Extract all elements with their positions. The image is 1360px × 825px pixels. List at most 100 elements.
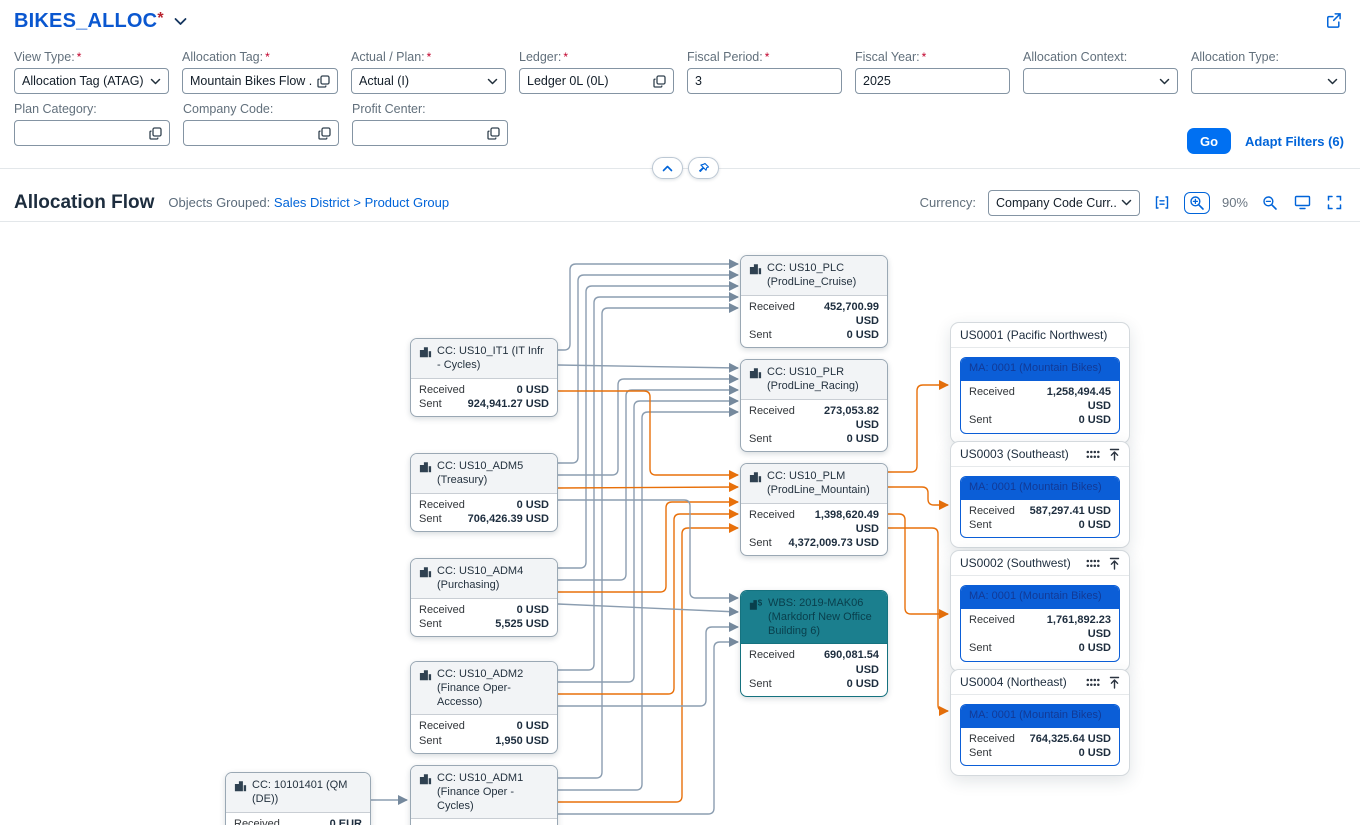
flow-edge[interactable] [558, 391, 738, 475]
filter-allocation-tag-input[interactable]: Mountain Bikes Flow ... [182, 68, 338, 94]
value-help-icon[interactable] [149, 127, 162, 140]
group-layout-icon[interactable] [1086, 678, 1101, 687]
flow-edge[interactable] [558, 502, 738, 592]
row-label: Sent [749, 536, 772, 550]
graph-node-us10-adm5[interactable]: CC: US10_ADM5 (Treasury)Received0 USDSen… [410, 453, 558, 532]
filter-actual-plan-input[interactable]: Actual (I) [351, 68, 506, 94]
node-row: Sent0 USD [749, 328, 879, 342]
collapse-group-icon[interactable] [1109, 676, 1120, 689]
required-marker: * [563, 50, 568, 64]
graph-group-us0004[interactable]: US0004 (Northeast)MA: 0001 (Mountain Bik… [950, 669, 1130, 776]
node-header: CC: US10_ADM1 (Finance Oper -Cycles) [411, 766, 557, 819]
legend-icon[interactable] [1152, 193, 1172, 212]
filter-label-profit-center: Profit Center: [352, 102, 508, 116]
flow-edge[interactable] [558, 487, 738, 488]
building-icon [234, 780, 247, 807]
zoom-in-icon[interactable] [1184, 192, 1210, 214]
go-button[interactable]: Go [1187, 128, 1231, 154]
graph-node-us0003-ma[interactable]: MA: 0001 (Mountain Bikes)Received587,297… [960, 476, 1120, 538]
filter-row-1: View Type:*Allocation Tag (ATAG)Allocati… [14, 50, 1346, 94]
graph-group-us0002[interactable]: US0002 (Southwest) MA: 0001 (Mountain Bik… [950, 550, 1130, 672]
value-help-icon[interactable] [317, 75, 330, 88]
flow-edge[interactable] [888, 514, 948, 614]
building-icon [419, 669, 432, 709]
filter-ledger-input[interactable]: Ledger 0L (0L) [519, 68, 674, 94]
graph-node-us0004-ma[interactable]: MA: 0001 (Mountain Bikes)Received764,325… [960, 704, 1120, 766]
value-help-icon[interactable] [487, 127, 500, 140]
flow-edge[interactable] [558, 379, 738, 475]
group-body: MA: 0001 (Mountain Bikes)Received587,297… [951, 467, 1129, 547]
filter-allocation-type-input[interactable] [1191, 68, 1346, 94]
section-title: Allocation Flow [14, 192, 154, 214]
graph-node-us10-adm2[interactable]: CC: US10_ADM2 (Finance Oper-Accesso)Rece… [410, 661, 558, 754]
adapt-filters-link[interactable]: Adapt Filters (6) [1245, 134, 1344, 149]
flow-edge[interactable] [558, 297, 738, 670]
filter-fiscal-year-input[interactable]: 2025 [855, 68, 1010, 94]
graph-node-us10-it1[interactable]: CC: US10_IT1 (IT Infr - Cycles)Received0… [410, 338, 558, 417]
row-label: Sent [419, 397, 442, 411]
graph-node-us0001-ma[interactable]: MA: 0001 (Mountain Bikes)Received1,258,4… [960, 357, 1120, 434]
graph-node-us10-adm1[interactable]: CC: US10_ADM1 (Finance Oper -Cycles)Rece… [410, 765, 558, 825]
flow-edge[interactable] [558, 390, 738, 580]
flow-edge[interactable] [558, 365, 738, 368]
flow-edge[interactable] [558, 401, 738, 682]
pin-filterbar-button[interactable] [688, 157, 719, 179]
graph-group-us0003[interactable]: US0003 (Southeast)MA: 0001 (Mountain Bik… [950, 441, 1130, 548]
fullscreen-icon[interactable] [1325, 193, 1344, 212]
flow-edge[interactable] [558, 286, 738, 568]
zoom-out-icon[interactable] [1260, 193, 1280, 213]
filter-company-code-input[interactable] [183, 120, 339, 146]
flow-edge[interactable] [558, 604, 738, 612]
objects-grouped-label: Objects Grouped: [168, 195, 270, 210]
row-value: 0 USD [1079, 641, 1111, 655]
flow-edge[interactable] [558, 412, 738, 790]
graph-node-us10-adm4[interactable]: CC: US10_ADM4 (Purchasing)Received0 USDS… [410, 558, 558, 637]
filter-field-actual-plan: Actual / Plan:*Actual (I) [351, 50, 506, 94]
flow-edge[interactable] [558, 514, 738, 694]
objects-grouped-link[interactable]: Sales District > Product Group [274, 195, 449, 210]
row-label: Received [419, 603, 465, 617]
flow-edge[interactable] [888, 528, 948, 711]
flow-edge[interactable] [888, 487, 948, 505]
node-title: MA: 0001 (Mountain Bikes) [969, 590, 1102, 604]
graph-node-us10-plr[interactable]: CC: US10_PLR (ProdLine_Racing)Received27… [740, 359, 888, 452]
node-header: CC: US10_PLM (ProdLine_Mountain) [741, 464, 887, 504]
node-row: Received690,081.54 USD [749, 648, 879, 677]
row-value: 273,053.82 USD [803, 404, 879, 433]
node-title: WBS: 2019-MAK06 (Markdorf New Office Bui… [768, 597, 879, 638]
value-help-icon[interactable] [653, 75, 666, 88]
filter-view-type-input[interactable]: Allocation Tag (ATAG) [14, 68, 169, 94]
share-icon[interactable] [1323, 10, 1344, 31]
flow-edge[interactable] [558, 275, 738, 463]
graph-node-cc-10101401[interactable]: CC: 10101401 (QM (DE))Received0 EURSent2… [225, 772, 371, 825]
required-marker: * [765, 50, 770, 64]
node-body: Received273,053.82 USDSent0 USD [741, 400, 887, 452]
collapse-group-icon[interactable] [1109, 448, 1120, 461]
filter-allocation-context-input[interactable] [1023, 68, 1178, 94]
currency-select[interactable]: Company Code Curr... [988, 190, 1140, 216]
flow-edge[interactable] [558, 642, 738, 814]
filter-label-company-code: Company Code: [183, 102, 339, 116]
flow-edge[interactable] [558, 528, 738, 802]
graph-node-wbs-mak06[interactable]: $WBS: 2019-MAK06 (Markdorf New Office Bu… [740, 590, 888, 697]
flow-edge[interactable] [558, 264, 738, 350]
filter-profit-center-input[interactable] [352, 120, 508, 146]
title-chevron-down-icon[interactable] [172, 15, 189, 28]
filter-plan-category-input[interactable] [14, 120, 170, 146]
node-title: CC: US10_ADM2 (Finance Oper-Accesso) [437, 668, 549, 709]
filter-fiscal-period-input[interactable]: 3 [687, 68, 842, 94]
node-body: Received0 EURSent2,200 EUR [226, 813, 370, 825]
group-layout-icon[interactable] [1086, 559, 1101, 568]
collapse-filterbar-button[interactable] [652, 157, 683, 179]
fit-to-screen-icon[interactable] [1292, 193, 1313, 212]
collapse-group-icon[interactable] [1109, 557, 1120, 570]
value-help-icon[interactable] [318, 127, 331, 140]
group-layout-icon[interactable] [1086, 450, 1101, 459]
flow-edge[interactable] [888, 385, 948, 472]
row-value: 0 USD [847, 677, 879, 691]
group-header: US0002 (Southwest) [951, 551, 1129, 576]
graph-node-us10-plc[interactable]: CC: US10_PLC (ProdLine_Cruise)Received45… [740, 255, 888, 348]
graph-node-us0002-ma[interactable]: MA: 0001 (Mountain Bikes)Received1,761,8… [960, 585, 1120, 662]
graph-node-us10-plm[interactable]: CC: US10_PLM (ProdLine_Mountain)Received… [740, 463, 888, 556]
graph-group-us0001[interactable]: US0001 (Pacific Northwest)MA: 0001 (Moun… [950, 322, 1130, 444]
